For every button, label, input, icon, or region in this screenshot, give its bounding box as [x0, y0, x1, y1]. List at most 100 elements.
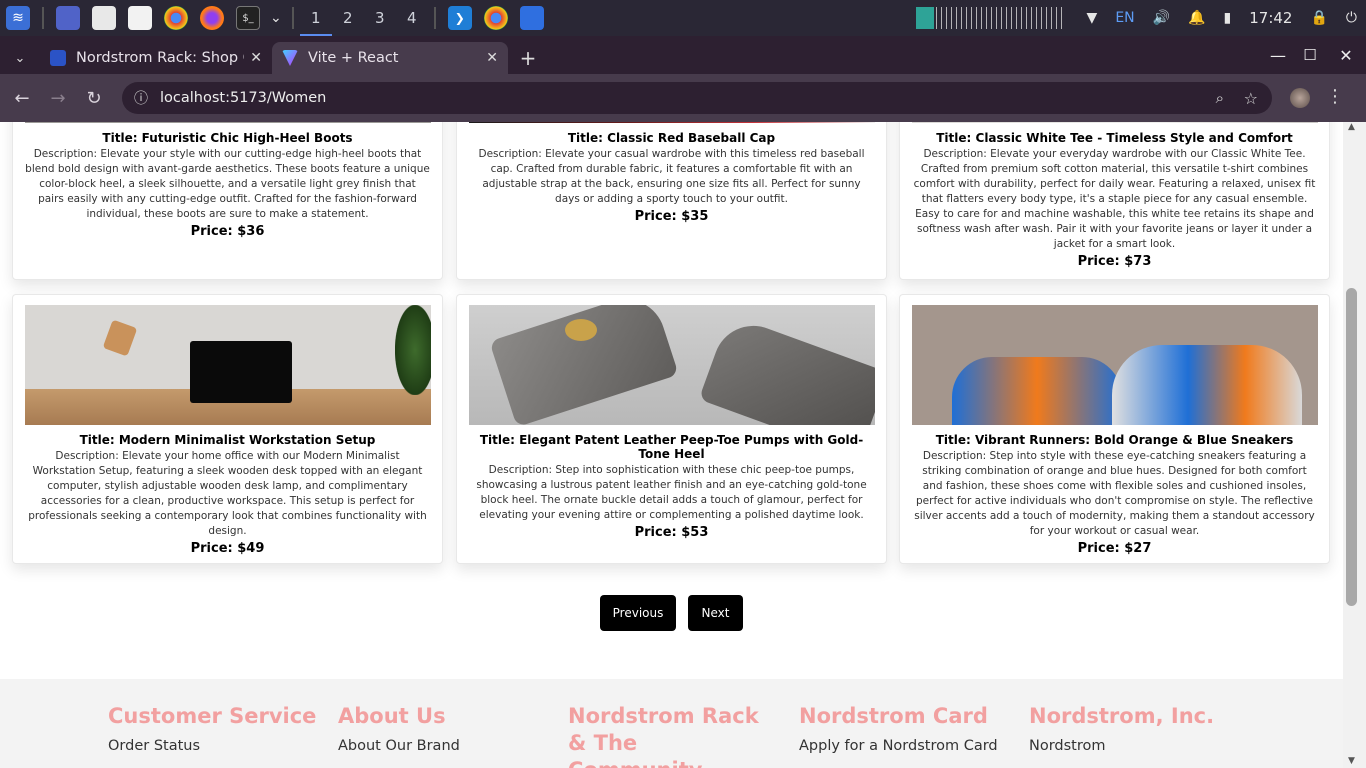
taskbar-separator [433, 7, 436, 29]
product-card[interactable]: Title: Vibrant Runners: Bold Orange & Bl… [899, 294, 1330, 564]
tab-title: Vite + React [308, 50, 399, 66]
product-title: Title: Vibrant Runners: Bold Orange & Bl… [935, 433, 1294, 447]
terminal-icon[interactable]: $_ [236, 6, 260, 30]
chrome-icon[interactable] [164, 6, 188, 30]
next-button[interactable]: Next [688, 595, 743, 631]
monitor-shape [190, 341, 292, 403]
zoom-icon[interactable]: ⌕ [1216, 89, 1224, 107]
keyboard-layout[interactable]: EN [1115, 10, 1134, 26]
vite-favicon-icon [282, 50, 298, 66]
product-description: Description: Elevate your home office wi… [28, 450, 427, 537]
footer-link[interactable]: Apply for a Nordstrom Card [799, 738, 1019, 754]
notification-bell-icon[interactable]: 🔔 [1188, 10, 1205, 26]
product-price: Price: $35 [634, 209, 709, 224]
product-image [25, 305, 431, 425]
power-icon[interactable]: ⏻ [1346, 10, 1357, 26]
workspace-1[interactable]: 1 [299, 0, 332, 36]
tab-search-chevron-icon[interactable]: ⌄ [0, 42, 40, 74]
product-card[interactable]: Title: Classic White Tee - Timeless Styl… [899, 122, 1330, 280]
close-icon[interactable]: ✕ [486, 50, 498, 66]
tab-nordstrom-rack[interactable]: Nordstrom Rack: Shop Cl ✕ [40, 42, 272, 74]
product-description: Description: Elevate your casual wardrob… [478, 148, 865, 205]
browser-toolbar: ← → ↻ ⓘ localhost:5173/Women ⌕ ☆ ⋮ [0, 74, 1366, 122]
product-description: Description: Elevate your style with our… [25, 148, 430, 220]
product-price: Price: $27 [1077, 541, 1152, 556]
tab-vite-react[interactable]: Vite + React ✕ [272, 42, 508, 74]
workspace-4[interactable]: 4 [396, 0, 428, 36]
nordstrom-favicon-icon [50, 50, 66, 66]
product-card[interactable]: Title: Classic Red Baseball Cap Descript… [456, 122, 887, 280]
text-editor-icon[interactable] [128, 6, 152, 30]
chrome-icon[interactable] [483, 6, 508, 30]
shoe-right-shape [698, 314, 875, 425]
plant-shape [395, 305, 431, 395]
firefox-icon[interactable] [200, 6, 224, 30]
product-image [25, 122, 431, 123]
page-viewport: Title: Futuristic Chic High-Heel Boots D… [0, 122, 1343, 768]
scroll-up-arrow-icon[interactable]: ▲ [1348, 122, 1355, 132]
maximize-icon[interactable]: ☐ [1294, 46, 1326, 64]
desktop-icon[interactable] [56, 6, 80, 30]
product-price: Price: $49 [190, 541, 265, 556]
sneaker-left-shape [952, 357, 1122, 425]
footer-column-nordstrom-inc: Nordstrom, Inc. Nordstrom [1029, 703, 1249, 754]
workspace-3[interactable]: 3 [364, 0, 396, 36]
product-card[interactable]: Title: Futuristic Chic High-Heel Boots D… [12, 122, 443, 280]
profile-avatar[interactable] [1290, 88, 1310, 108]
footer-link[interactable]: Order Status [108, 738, 328, 754]
close-window-icon[interactable]: ✕ [1326, 46, 1366, 65]
product-description: Description: Elevate your everyday wardr… [913, 148, 1316, 250]
previous-button[interactable]: Previous [600, 595, 676, 631]
product-card[interactable]: Title: Modern Minimalist Workstation Set… [12, 294, 443, 564]
footer-link[interactable]: About Our Brand [338, 738, 558, 754]
product-image [912, 122, 1318, 123]
sneaker-right-shape [1112, 345, 1302, 425]
product-card[interactable]: Title: Elegant Patent Leather Peep-Toe P… [456, 294, 887, 564]
product-title: Title: Modern Minimalist Workstation Set… [79, 433, 376, 447]
browser-menu-icon[interactable]: ⋮ [1326, 86, 1344, 107]
footer-heading: Nordstrom, Inc. [1029, 704, 1215, 728]
forward-arrow-icon[interactable]: → [40, 88, 76, 109]
product-image [469, 122, 875, 123]
product-price: Price: $53 [634, 525, 709, 540]
url-text[interactable]: localhost:5173/Women [160, 90, 326, 106]
clipboard-icon[interactable]: ▮ [1224, 10, 1232, 26]
taskbar-separator [291, 7, 294, 29]
product-price: Price: $73 [1077, 254, 1152, 269]
app-launcher-icon[interactable]: ≋ [6, 6, 30, 30]
system-taskbar: ≋ $_ ⌄ 1 2 3 4 ❯ ▼ EN 🔊 🔔 ▮ 17:42 🔒 ⏻ [0, 0, 1366, 36]
file-manager-icon[interactable] [92, 6, 116, 30]
back-arrow-icon[interactable]: ← [4, 88, 40, 109]
window-controls: — ☐ ✕ [1262, 36, 1366, 74]
close-icon[interactable]: ✕ [250, 50, 262, 66]
footer-heading: About Us [338, 704, 446, 728]
address-bar[interactable]: ⓘ localhost:5173/Women ⌕ ☆ [122, 82, 1272, 114]
clock[interactable]: 17:42 [1249, 9, 1292, 27]
scroll-down-arrow-icon[interactable]: ▼ [1348, 756, 1355, 766]
chevron-down-icon[interactable]: ⌄ [270, 10, 282, 26]
footer-link[interactable]: Nordstrom [1029, 738, 1249, 754]
reload-icon[interactable]: ↻ [76, 88, 112, 109]
product-description: Description: Step into sophistication wi… [476, 464, 867, 521]
lamp-shape [102, 319, 138, 357]
workspace-2[interactable]: 2 [332, 0, 364, 36]
site-info-icon[interactable]: ⓘ [134, 88, 148, 108]
product-image [912, 305, 1318, 425]
product-title: Title: Futuristic Chic High-Heel Boots [102, 131, 353, 145]
minimize-icon[interactable]: — [1262, 46, 1294, 65]
new-tab-plus-icon[interactable]: + [508, 42, 548, 74]
vscode-icon[interactable]: ❯ [447, 6, 472, 30]
lock-icon[interactable]: 🔒 [1310, 10, 1327, 26]
page-scrollbar-thumb[interactable] [1346, 288, 1357, 606]
product-price: Price: $36 [190, 224, 265, 239]
volume-icon[interactable]: 🔊 [1153, 10, 1170, 26]
footer-column-community: Nordstrom Rack & The Community [568, 703, 768, 768]
network-activity-graph [915, 7, 1066, 29]
bookmark-star-icon[interactable]: ☆ [1244, 89, 1258, 108]
wifi-icon[interactable]: ▼ [1087, 10, 1098, 26]
folder-icon[interactable] [519, 6, 544, 30]
gold-buckle-shape [565, 319, 597, 341]
footer-heading: Nordstrom Rack & The Community [568, 704, 759, 768]
taskbar-separator [42, 7, 44, 29]
product-description: Description: Step into style with these … [914, 450, 1315, 537]
